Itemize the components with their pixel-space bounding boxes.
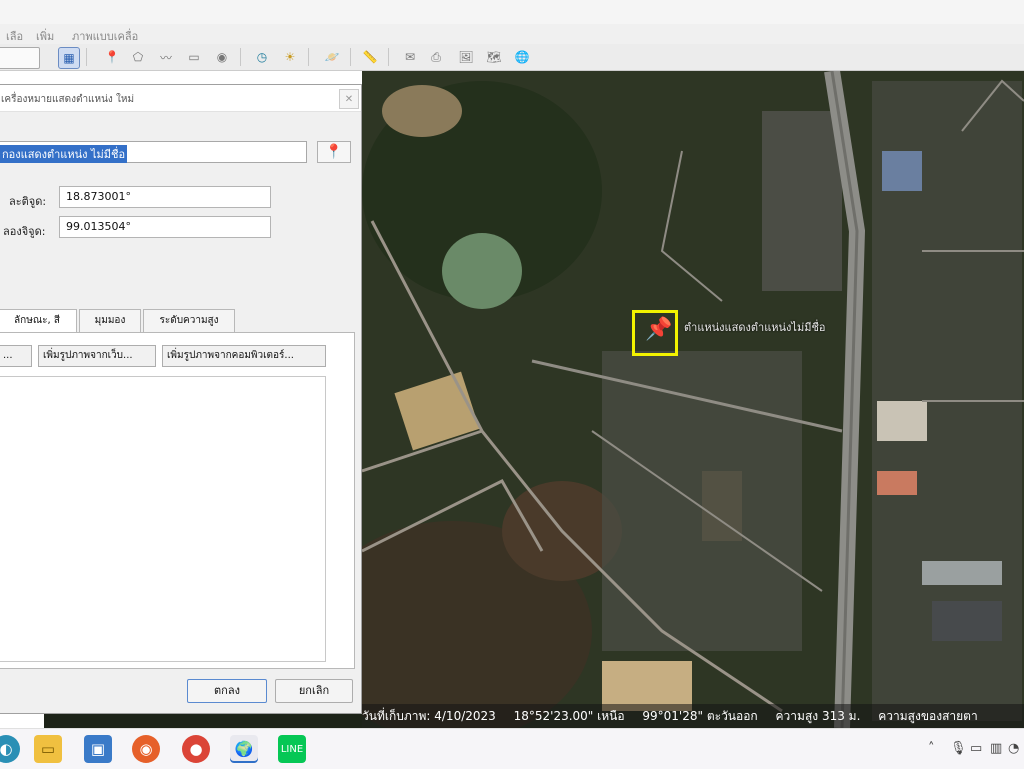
new-placemark-dialog: เครื่องหมายแสดงตำแหน่ง ใหม่ ✕ กองแสดงตำแ… bbox=[0, 84, 362, 714]
firefox-icon[interactable]: ◉ bbox=[132, 735, 160, 763]
file-explorer-icon[interactable]: ▭ bbox=[34, 735, 62, 763]
taskbar: ◐ ▭ ▣ ◉ ● 🌍 LINE ˄ 🎙 ▭ ▥ ◔ bbox=[0, 728, 1024, 769]
add-placemark-icon[interactable]: 📍 bbox=[102, 47, 122, 67]
latitude-readout: 18°52'23.00" เหนือ bbox=[513, 709, 625, 723]
map-view[interactable]: 📌 ตำแหน่งแสดงตำแหน่งไม่มีชื่อ วันที่เก็บ… bbox=[362, 71, 1024, 728]
latitude-input[interactable]: 18.873001° bbox=[59, 186, 271, 208]
view-in-maps-icon[interactable]: 🗺 bbox=[484, 47, 504, 67]
link-button[interactable]: ... bbox=[0, 345, 32, 367]
placemark-label: ตำแหน่งแสดงตำแหน่งไม่มีชื่อ bbox=[684, 321, 826, 334]
add-local-image-button[interactable]: เพิ่มรูปภาพจากคอมพิวเตอร์... bbox=[162, 345, 326, 367]
toolbar: ▦ 📍 ⬠ 〰 ▭ ◉ ◷ ☀ 🪐 📏 ✉ ⎙ 🖼 🗺 🌐 bbox=[0, 44, 1024, 71]
ok-button[interactable]: ตกลง bbox=[187, 679, 267, 703]
eye-altitude: ความสูงของสายตา bbox=[878, 709, 978, 723]
toolbar-separator bbox=[86, 48, 87, 66]
latitude-label: ละติจูด: bbox=[9, 195, 47, 208]
longitude-label: ลองจิจูด: bbox=[3, 225, 46, 238]
placemark-marker[interactable]: 📌 bbox=[632, 310, 678, 356]
add-image-overlay-icon[interactable]: ▭ bbox=[184, 47, 204, 67]
map-status-bar: วันที่เก็บภาพ: 4/10/2023 18°52'23.00" เห… bbox=[362, 704, 1024, 728]
pushpin-icon: 📌 bbox=[645, 317, 673, 342]
menu-bar: เลือ เพิ่ม ภาพแบบเคลื่อ bbox=[0, 24, 1024, 45]
app-store-icon[interactable]: ▣ bbox=[84, 735, 112, 763]
description-textarea[interactable] bbox=[0, 376, 326, 662]
menu-item[interactable]: เลือ bbox=[6, 27, 23, 45]
pushpin-style-button[interactable]: 📍 bbox=[317, 141, 351, 163]
tab-style-color[interactable]: ลักษณะ, สี bbox=[0, 309, 77, 333]
dialog-title: เครื่องหมายแสดงตำแหน่ง ใหม่ bbox=[1, 94, 135, 105]
google-earth-icon[interactable]: 🌍 bbox=[230, 735, 258, 763]
longitude-readout: 99°01'28" ตะวันออก bbox=[642, 709, 758, 723]
sidebar-toggle-icon[interactable]: ▦ bbox=[58, 47, 80, 69]
chevron-up-icon[interactable]: ˄ bbox=[928, 741, 935, 756]
switch-sky-icon[interactable]: 🪐 bbox=[322, 47, 342, 67]
add-path-icon[interactable]: 〰 bbox=[156, 47, 176, 67]
pushpin-icon: 📍 bbox=[325, 144, 343, 160]
cancel-button[interactable]: ยกเลิก bbox=[275, 679, 353, 703]
print-icon[interactable]: ⎙ bbox=[426, 47, 446, 67]
volume-icon[interactable]: ◔ bbox=[1008, 741, 1019, 756]
earth-icon[interactable]: 🌐 bbox=[512, 47, 532, 67]
camera-icon[interactable]: ▭ bbox=[970, 741, 982, 756]
tab-panel: ... เพิ่มรูปภาพจากเว็บ... เพิ่มรูปภาพจาก… bbox=[0, 332, 355, 669]
menu-item[interactable]: ภาพแบบเคลื่อ bbox=[72, 27, 138, 45]
name-input-value: กองแสดงตำแหน่ง ไม่มีชื่อ bbox=[0, 145, 128, 163]
add-web-image-button[interactable]: เพิ่มรูปภาพจากเว็บ... bbox=[38, 345, 156, 367]
imagery-date: วันที่เก็บภาพ: 4/10/2023 bbox=[362, 709, 496, 723]
historical-imagery-icon[interactable]: ◷ bbox=[252, 47, 272, 67]
search-box[interactable] bbox=[0, 47, 40, 69]
tab-view[interactable]: มุมมอง bbox=[79, 309, 141, 333]
line-app-icon[interactable]: LINE bbox=[278, 735, 306, 763]
chrome-icon[interactable]: ● bbox=[182, 735, 210, 763]
network-icon[interactable]: ▥ bbox=[990, 741, 1002, 756]
toolbar-separator bbox=[388, 48, 389, 66]
toolbar-separator bbox=[308, 48, 309, 66]
tab-altitude[interactable]: ระดับความสูง bbox=[143, 309, 235, 333]
chrome-canary-icon[interactable]: ◐ bbox=[0, 735, 20, 763]
menu-item[interactable]: เพิ่ม bbox=[36, 27, 54, 45]
dialog-title-bar: เครื่องหมายแสดงตำแหน่ง ใหม่ ✕ bbox=[0, 85, 361, 112]
email-icon[interactable]: ✉ bbox=[400, 47, 420, 67]
elevation-readout: ความสูง 313 ม. bbox=[775, 709, 861, 723]
record-tour-icon[interactable]: ◉ bbox=[212, 47, 232, 67]
longitude-input[interactable]: 99.013504° bbox=[59, 216, 271, 238]
close-icon[interactable]: ✕ bbox=[339, 89, 359, 109]
save-image-icon[interactable]: 🖼 bbox=[456, 47, 476, 67]
toolbar-separator bbox=[240, 48, 241, 66]
add-polygon-icon[interactable]: ⬠ bbox=[128, 47, 148, 67]
dialog-tabs: ลักษณะ, สี มุมมอง ระดับความสูง bbox=[0, 309, 363, 333]
satellite-imagery bbox=[362, 71, 1024, 728]
toolbar-separator bbox=[350, 48, 351, 66]
ruler-icon[interactable]: 📏 bbox=[360, 47, 380, 67]
window-top-strip bbox=[0, 0, 1024, 24]
mic-icon[interactable]: 🎙 bbox=[950, 741, 967, 756]
sunlight-icon[interactable]: ☀ bbox=[280, 47, 300, 67]
placemark-name-input[interactable]: กองแสดงตำแหน่ง ไม่มีชื่อ bbox=[0, 141, 307, 163]
map-edge bbox=[44, 714, 362, 728]
